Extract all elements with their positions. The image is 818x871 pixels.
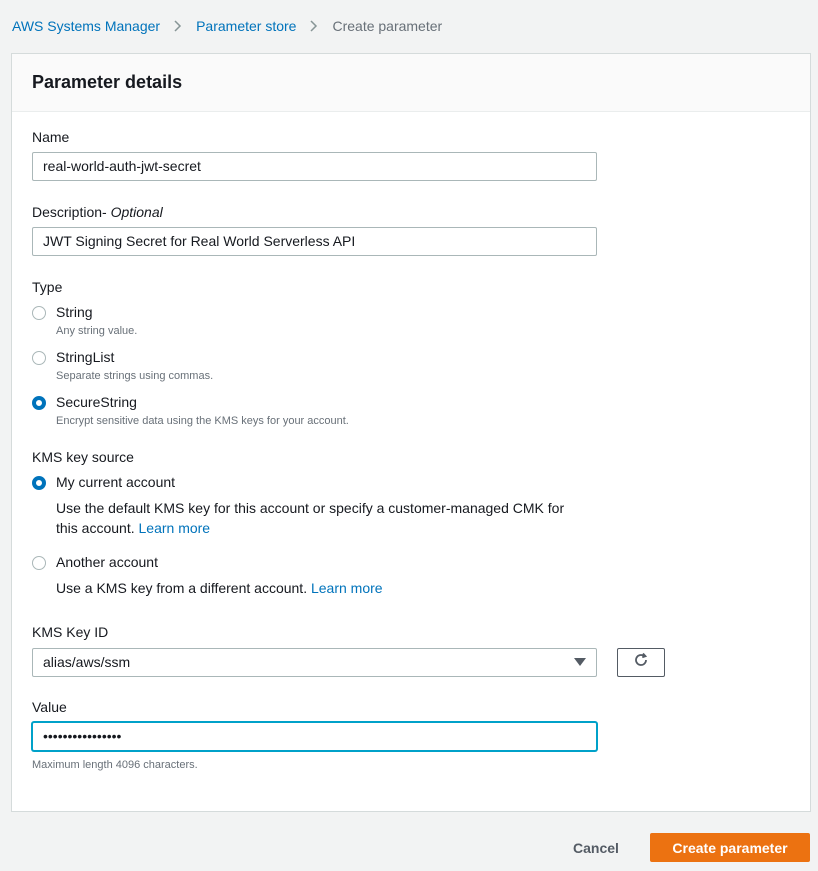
radio-button-checked[interactable] (32, 476, 46, 490)
type-label: Type (32, 279, 63, 295)
kms-key-id-select[interactable]: alias/aws/ssm (32, 648, 597, 677)
radio-label: SecureString (56, 394, 137, 410)
chevron-right-icon (310, 20, 318, 32)
radio-description: Encrypt sensitive data using the KMS key… (56, 415, 349, 427)
type-option-stringlist[interactable]: StringList Separate strings using commas… (32, 349, 213, 382)
radio-label: My current account (56, 474, 176, 490)
radio-button-checked[interactable] (32, 396, 46, 410)
optional-text: Optional (110, 204, 163, 220)
radio-description: Separate strings using commas. (56, 370, 214, 382)
breadcrumb-systems-manager[interactable]: AWS Systems Manager (12, 18, 160, 34)
kms-key-id-label: KMS Key ID (32, 624, 109, 640)
kms-source-option-another[interactable]: Another account Use a KMS key from a dif… (32, 554, 576, 598)
caret-down-icon (574, 658, 586, 666)
description-input[interactable]: JWT Signing Secret for Real World Server… (32, 227, 597, 256)
parameter-details-panel: Parameter details Name real-world-auth-j… (11, 53, 811, 812)
radio-label: String (56, 304, 93, 320)
radio-description-text: Use the default KMS key for this account… (56, 500, 565, 536)
name-label: Name (32, 129, 70, 145)
type-option-securestring[interactable]: SecureString Encrypt sensitive data usin… (32, 394, 349, 427)
value-hint: Maximum length 4096 characters. (32, 759, 198, 771)
breadcrumb-parameter-store[interactable]: Parameter store (196, 18, 296, 34)
radio-description: Use a KMS key from a different account. … (56, 578, 576, 598)
radio-description-text: Use a KMS key from a different account. (56, 580, 308, 596)
breadcrumb: AWS Systems Manager Parameter store Crea… (12, 18, 442, 34)
radio-label: Another account (56, 554, 158, 570)
refresh-button[interactable] (617, 648, 665, 677)
panel-title: Parameter details (32, 72, 183, 92)
refresh-icon (633, 652, 649, 673)
description-label-text: Description- (32, 204, 107, 220)
type-option-string[interactable]: String Any string value. (32, 304, 137, 337)
learn-more-link[interactable]: Learn more (139, 520, 211, 536)
radio-label: StringList (56, 349, 115, 365)
description-label: Description- Optional (32, 204, 163, 220)
learn-more-link[interactable]: Learn more (311, 580, 383, 596)
radio-description: Use the default KMS key for this account… (56, 498, 576, 538)
radio-description: Any string value. (56, 325, 138, 337)
value-input[interactable]: •••••••••••••••• (32, 722, 597, 751)
panel-header: Parameter details (12, 54, 810, 112)
radio-button[interactable] (32, 351, 46, 365)
chevron-right-icon (174, 20, 182, 32)
radio-button[interactable] (32, 556, 46, 570)
kms-key-source-label: KMS key source (32, 449, 134, 465)
create-parameter-button[interactable]: Create parameter (650, 833, 810, 862)
cancel-button[interactable]: Cancel (560, 834, 632, 862)
value-label: Value (32, 699, 67, 715)
breadcrumb-current: Create parameter (332, 18, 443, 34)
kms-key-id-value: alias/aws/ssm (43, 654, 131, 670)
name-input[interactable]: real-world-auth-jwt-secret (32, 152, 597, 181)
radio-button[interactable] (32, 306, 46, 320)
kms-source-option-current[interactable]: My current account Use the default KMS k… (32, 474, 576, 538)
